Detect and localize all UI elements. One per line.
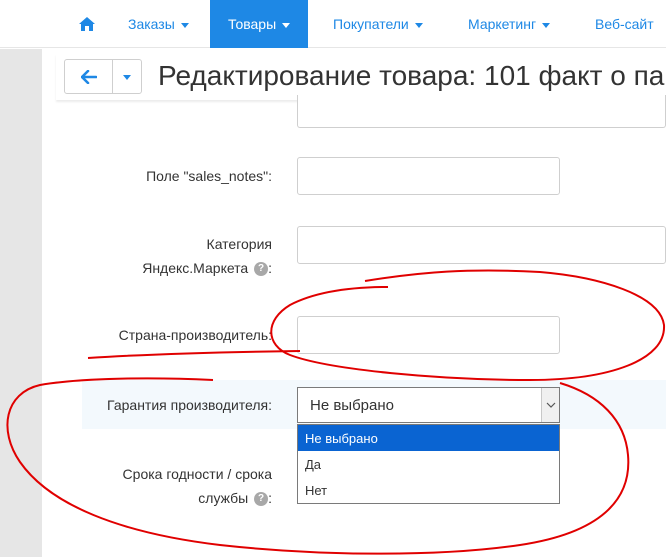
top-navigation: Заказы Товары Покупатели Маркетинг Веб-с… bbox=[0, 0, 666, 48]
warranty-select[interactable]: Не выбрано bbox=[297, 387, 560, 423]
caret-down-icon bbox=[542, 22, 551, 28]
annotation-stroke-underline bbox=[87, 350, 301, 359]
back-dropdown-toggle[interactable] bbox=[113, 60, 141, 93]
arrow-left-icon bbox=[80, 69, 97, 84]
sales-notes-label: Поле "sales_notes": bbox=[146, 168, 272, 184]
back-button[interactable] bbox=[65, 60, 113, 93]
nav-item-label: Заказы bbox=[128, 16, 175, 32]
warranty-option-no[interactable]: Нет bbox=[298, 477, 559, 503]
nav-item-label: Веб-сайт bbox=[595, 16, 654, 32]
warranty-option-yes[interactable]: Да bbox=[298, 451, 559, 477]
shelf-life-label-line2: службы ?: bbox=[90, 486, 272, 510]
sales-notes-input[interactable] bbox=[297, 157, 560, 195]
nav-item-marketing[interactable]: Маркетинг bbox=[450, 0, 568, 48]
caret-down-icon bbox=[123, 75, 131, 80]
country-label: Страна-производитель: bbox=[118, 327, 272, 343]
page-title: Редактирование товара: 101 факт о па bbox=[158, 60, 665, 91]
nav-item-website[interactable]: Веб-сайт bbox=[577, 0, 666, 48]
country-input[interactable] bbox=[297, 316, 560, 354]
yandex-category-label: Категория Яндекс.Маркета ?: bbox=[100, 232, 272, 280]
yandex-category-label-line1: Категория bbox=[206, 236, 272, 252]
nav-item-label: Покупатели bbox=[333, 16, 409, 32]
caret-down-icon bbox=[282, 22, 291, 28]
chevron-down-icon[interactable] bbox=[541, 388, 559, 422]
help-icon[interactable]: ? bbox=[254, 492, 269, 507]
warranty-select-value: Не выбрано bbox=[310, 396, 394, 414]
previous-field-input[interactable] bbox=[297, 95, 666, 128]
nav-item-label: Маркетинг bbox=[468, 16, 537, 32]
label-colon: : bbox=[268, 490, 272, 506]
home-icon bbox=[79, 17, 95, 31]
yandex-category-label-text: Яндекс.Маркета bbox=[142, 260, 249, 276]
yandex-category-label-line2: Яндекс.Маркета ?: bbox=[100, 256, 272, 280]
nav-home-button[interactable] bbox=[64, 0, 110, 48]
shelf-life-label-text: службы bbox=[198, 490, 249, 506]
nav-item-orders[interactable]: Заказы bbox=[110, 0, 207, 48]
shelf-life-label: Срока годности / срока службы ?: bbox=[90, 462, 272, 510]
nav-item-products[interactable]: Товары bbox=[210, 0, 309, 48]
warranty-option-none[interactable]: Не выбрано bbox=[298, 425, 559, 451]
caret-down-icon bbox=[414, 22, 423, 28]
back-button-group bbox=[64, 59, 142, 94]
shelf-life-label-line1: Срока годности / срока bbox=[122, 466, 272, 482]
caret-down-icon bbox=[180, 22, 189, 28]
yandex-category-input[interactable] bbox=[297, 226, 666, 264]
left-gutter bbox=[0, 49, 42, 557]
warranty-label: Гарантия производителя: bbox=[107, 397, 272, 413]
help-icon[interactable]: ? bbox=[254, 262, 269, 277]
page-header: Редактирование товара: 101 факт о па bbox=[56, 54, 666, 100]
nav-item-label: Товары bbox=[228, 16, 277, 32]
label-colon: : bbox=[268, 260, 272, 276]
warranty-dropdown-list: Не выбрано Да Нет bbox=[297, 424, 560, 504]
nav-item-customers[interactable]: Покупатели bbox=[315, 0, 441, 48]
